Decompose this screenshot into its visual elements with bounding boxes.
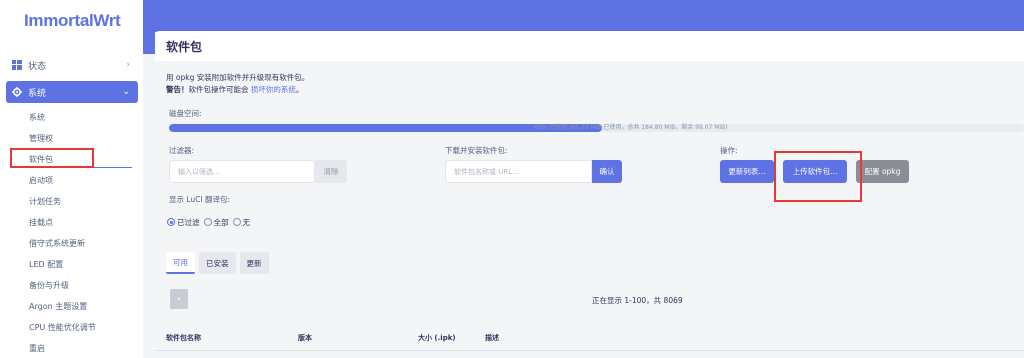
sidebar: ImmortalWrt 状态 › 系统 ⌄ 系统 管理权 软件包 启动项 计划任… [0, 0, 143, 358]
column-header-name[interactable]: 软件包名称 [166, 333, 201, 343]
luci-label: 显示 LuCI 翻译包: [169, 195, 231, 204]
tab-available[interactable]: 可用 [166, 252, 195, 274]
package-url-input[interactable]: 软件包名称或 URL... [445, 160, 592, 183]
disk-label: 磁盘空间: [169, 109, 202, 118]
sidebar-subitem-mounts[interactable]: 挂载点 [29, 217, 53, 228]
page-title: 软件包 [166, 40, 203, 54]
column-header-description[interactable]: 描述 [485, 333, 499, 343]
warning-text: 软件包操作可能会 [188, 85, 249, 94]
sidebar-subitem-backup[interactable]: 备份与升级 [29, 280, 69, 291]
highlight-box [774, 151, 862, 202]
radio-icon [203, 218, 212, 226]
dashboard-icon [12, 60, 22, 70]
actions-label: 操作: [720, 146, 738, 155]
column-header-size[interactable]: 大小 (.ipk) [418, 333, 456, 343]
page-description: 用 opkg 安装附加软件并升级现有软件包。 [166, 73, 310, 82]
column-header-version[interactable]: 版本 [298, 333, 312, 343]
page-warning: 警告！软件包操作可能会 损坏你的系统。 [166, 84, 303, 95]
radio-none[interactable]: 无 [232, 217, 250, 228]
filter-label: 过滤器: [169, 146, 195, 155]
download-label: 下载并安装软件包: [445, 146, 508, 155]
sidebar-subitem-led[interactable]: LED 配置 [29, 259, 63, 270]
sidebar-subitem-argon[interactable]: Argon 主题设置 [29, 301, 87, 312]
title-bar [155, 31, 1024, 61]
sidebar-subitem-admin[interactable]: 管理权 [29, 133, 53, 144]
sidebar-subitem-system[interactable]: 系统 [29, 112, 45, 123]
prev-page-button[interactable]: « [170, 289, 188, 309]
radio-all[interactable]: 全部 [203, 217, 229, 228]
update-lists-button[interactable]: 更新列表... [720, 160, 774, 183]
highlight-box [10, 148, 94, 168]
damage-link[interactable]: 损坏你的系统 [251, 85, 296, 94]
luci-radio-group: 已过滤 全部 无 [167, 217, 250, 228]
gear-icon [12, 87, 22, 97]
warning-end: 。 [295, 85, 304, 94]
package-tabs: 可用 已安装 更新 [166, 252, 269, 274]
sidebar-subitem-startup[interactable]: 启动项 [29, 175, 53, 186]
sidebar-item-status[interactable]: 状态 › [6, 54, 138, 76]
filter-input[interactable]: 输入以筛选... [169, 160, 315, 183]
install-ok-button[interactable]: 确认 [592, 160, 622, 183]
radio-icon [232, 218, 241, 226]
radio-filtered[interactable]: 已过滤 [167, 217, 200, 228]
sidebar-subitem-cron[interactable]: 计划任务 [29, 196, 61, 207]
sidebar-item-label: 系统 [28, 88, 47, 99]
sidebar-subitem-cpu[interactable]: CPU 性能优化调节 [29, 322, 96, 333]
chevron-right-icon: › [126, 60, 130, 70]
sidebar-subitem-reboot[interactable]: 重启 [29, 343, 45, 354]
sidebar-item-label: 状态 [28, 61, 47, 72]
configure-opkg-button[interactable]: 配置 opkg [856, 160, 909, 183]
brand-logo[interactable]: ImmortalWrt [24, 11, 121, 31]
chevron-down-icon: ⌄ [122, 87, 130, 97]
clear-button[interactable]: 清除 [315, 160, 347, 183]
tab-updates[interactable]: 更新 [239, 252, 269, 274]
disk-usage-text: 46% 已使用 (85.73 MiB 已使用，总共 184.80 MiB，剩余 … [534, 124, 728, 131]
pager-text: 正在显示 1-100，共 8069 [592, 296, 683, 305]
radio-checked-icon [167, 218, 175, 226]
table-divider [155, 350, 1024, 351]
tab-installed[interactable]: 已安装 [199, 252, 236, 274]
sidebar-item-system[interactable]: 系统 ⌄ [6, 81, 138, 103]
warning-label: 警告！ [166, 85, 189, 94]
sidebar-subitem-sysupgrade[interactable]: 借守式系统更新 [29, 238, 85, 249]
